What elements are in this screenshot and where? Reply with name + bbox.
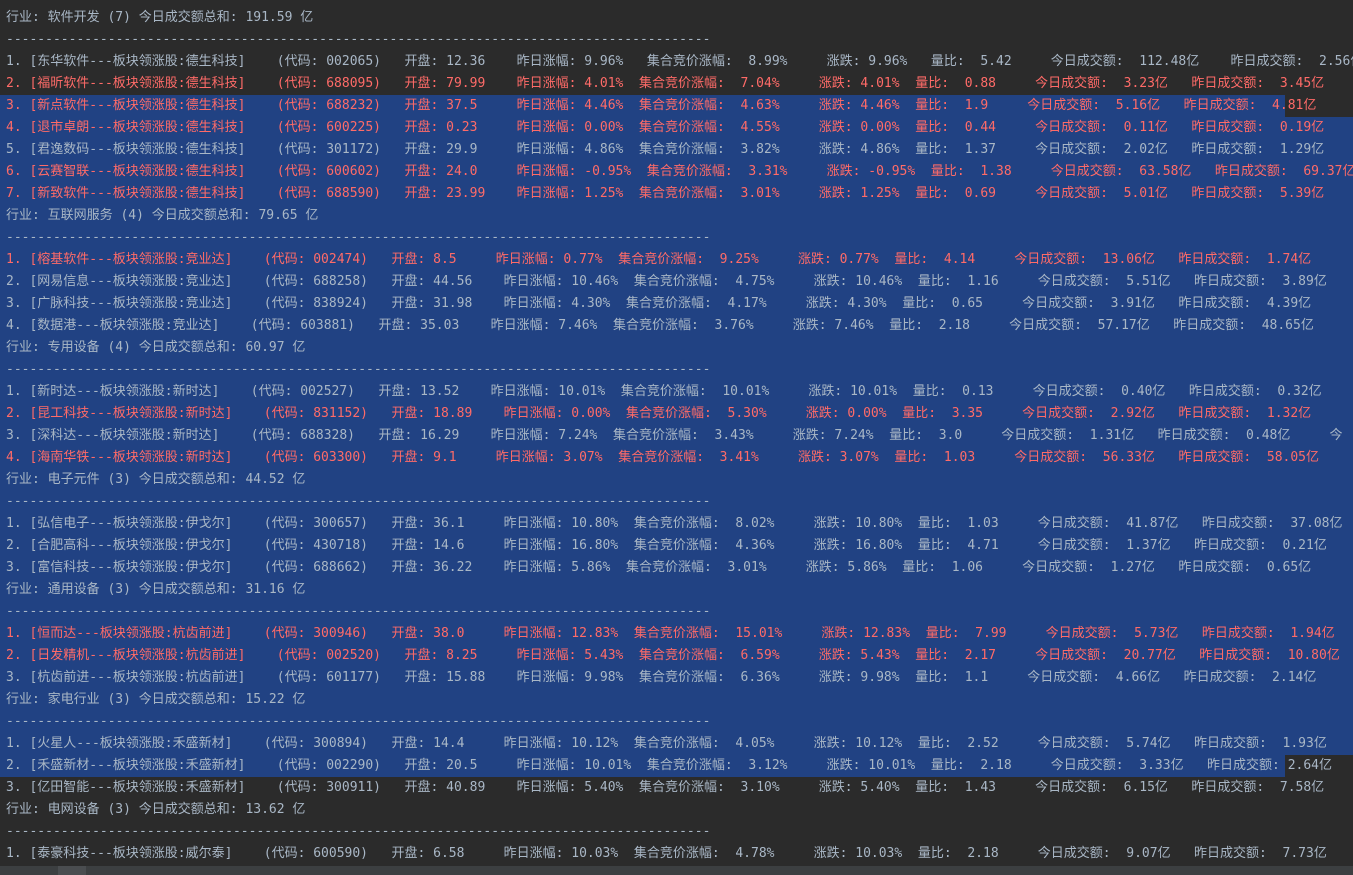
stock-row: 1. [火星人---板块领涨股:禾盛新材] (代码: 300894) 开盘: 1… [0, 733, 1353, 755]
stock-row: 2. [禾盛新材---板块领涨股:禾盛新材] (代码: 002290) 开盘: … [0, 755, 1353, 777]
separator-line: ----------------------------------------… [0, 491, 1353, 513]
stock-row: 2. [日发精机---板块领涨股:杭齿前进] (代码: 002520) 开盘: … [0, 645, 1353, 667]
stock-row: 6. [云赛智联---板块领涨股:德生科技] (代码: 600602) 开盘: … [0, 161, 1353, 183]
stock-row: 5. [君逸数码---板块领涨股:德生科技] (代码: 301172) 开盘: … [0, 139, 1353, 161]
stock-row: 1. [新时达---板块领涨股:新时达] (代码: 002527) 开盘: 13… [0, 381, 1353, 403]
stock-row: 2. [昆工科技---板块领涨股:新时达] (代码: 831152) 开盘: 1… [0, 403, 1353, 425]
stock-row: 4. [退市卓朗---板块领涨股:德生科技] (代码: 600225) 开盘: … [0, 117, 1353, 139]
industry-header-line: 行业: 软件开发 (7) 今日成交额总和: 191.59 亿 [6, 10, 314, 25]
stock-row: 1. [恒而达---板块领涨股:杭齿前进] (代码: 300946) 开盘: 3… [0, 623, 1353, 645]
stock-row: 3. [亿田智能---板块领涨股:禾盛新材] (代码: 300911) 开盘: … [6, 780, 1325, 795]
separator-line: ----------------------------------------… [0, 359, 1353, 381]
separator-line: ----------------------------------------… [0, 601, 1353, 623]
bottom-scrollbar[interactable] [0, 866, 1353, 875]
separator-line: ----------------------------------------… [6, 824, 711, 839]
stock-row: 1. [榕基软件---板块领涨股:竞业达] (代码: 002474) 开盘: 8… [0, 249, 1353, 271]
separator-line: ----------------------------------------… [0, 227, 1353, 249]
stock-row: 3. [富信科技---板块领涨股:伊戈尔] (代码: 688662) 开盘: 3… [0, 557, 1353, 579]
stock-row: 4. [海南华铁---板块领涨股:新时达] (代码: 603300) 开盘: 9… [0, 447, 1353, 469]
stock-row: 3. [广脉科技---板块领涨股:竞业达] (代码: 838924) 开盘: 3… [0, 293, 1353, 315]
stock-row: 2. [网易信息---板块领涨股:竞业达] (代码: 688258) 开盘: 4… [0, 271, 1353, 293]
stock-row: 1. [东华软件---板块领涨股:德生科技] (代码: 002065) 开盘: … [6, 54, 1353, 69]
separator-line: ----------------------------------------… [0, 711, 1353, 733]
stock-row: 3. [新点软件---板块领涨股:德生科技] (代码: 688232) 开盘: … [0, 95, 1353, 117]
stock-row: 7. [新致软件---板块领涨股:德生科技] (代码: 688590) 开盘: … [0, 183, 1353, 205]
scroll-thumb[interactable] [58, 866, 86, 875]
stock-row: 2. [福昕软件---板块领涨股:德生科技] (代码: 688095) 开盘: … [6, 76, 1325, 91]
console-output[interactable]: 行业: 软件开发 (7) 今日成交额总和: 191.59 亿 ----------… [0, 0, 1353, 875]
separator-line: ----------------------------------------… [6, 32, 711, 47]
stock-row: 4. [数据港---板块领涨股:竞业达] (代码: 603881) 开盘: 35… [0, 315, 1353, 337]
stock-row: 2. [合肥高科---板块领涨股:伊戈尔] (代码: 430718) 开盘: 1… [0, 535, 1353, 557]
industry-header-line: 行业: 专用设备 (4) 今日成交额总和: 60.97 亿 [0, 337, 1353, 359]
stock-row: 3. [深科达---板块领涨股:新时达] (代码: 688328) 开盘: 16… [0, 425, 1353, 447]
stock-row: 1. [弘信电子---板块领涨股:伊戈尔] (代码: 300657) 开盘: 3… [0, 513, 1353, 535]
stock-row: 3. [杭齿前进---板块领涨股:杭齿前进] (代码: 601177) 开盘: … [0, 667, 1353, 689]
industry-header-line: 行业: 家电行业 (3) 今日成交额总和: 15.22 亿 [0, 689, 1353, 711]
industry-header-line: 行业: 电子元件 (3) 今日成交额总和: 44.52 亿 [0, 469, 1353, 491]
industry-header-line: 行业: 互联网服务 (4) 今日成交额总和: 79.65 亿 [0, 205, 1353, 227]
industry-header-line: 行业: 通用设备 (3) 今日成交额总和: 31.16 亿 [0, 579, 1353, 601]
stock-row: 1. [泰豪科技---板块领涨股:威尔泰] (代码: 600590) 开盘: 6… [6, 846, 1327, 861]
industry-header-line: 行业: 电网设备 (3) 今日成交额总和: 13.62 亿 [6, 802, 306, 817]
